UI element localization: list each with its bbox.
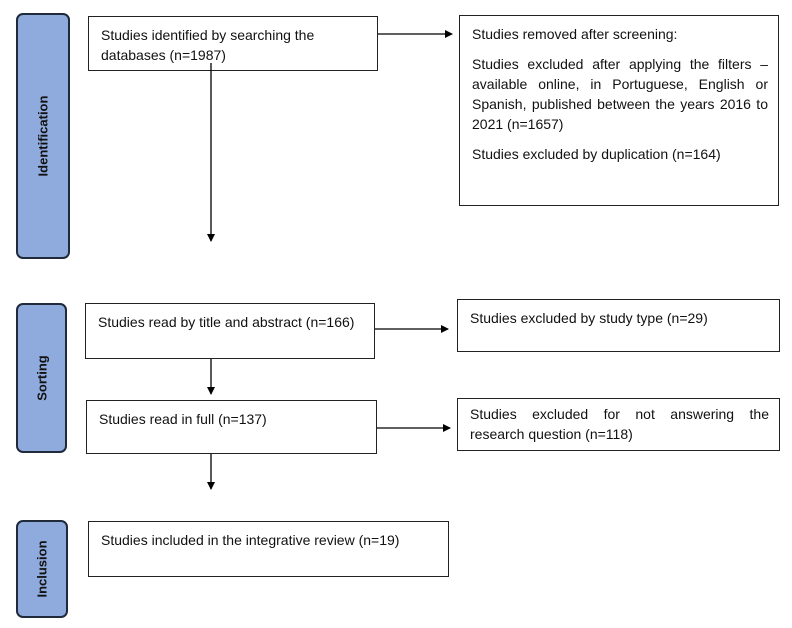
connector-arrows (207, 30, 453, 490)
prisma-flow-diagram: Identification Sorting Inclusion Studies… (0, 0, 792, 628)
